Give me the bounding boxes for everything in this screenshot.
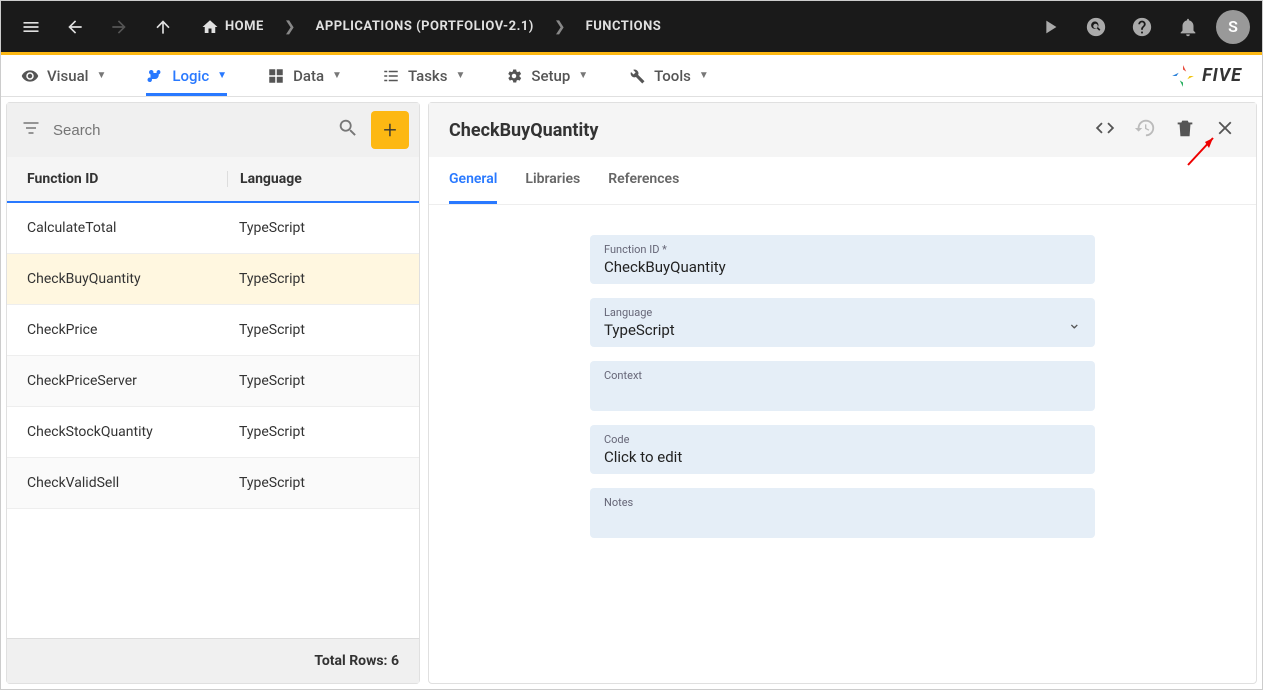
chevron-down-icon: ▼ <box>699 70 709 81</box>
menu-bar: Visual ▼ Logic ▼ Data ▼ Tasks ▼ Setup ▼ … <box>1 55 1262 97</box>
column-function-id[interactable]: Function ID <box>27 171 227 187</box>
search-icon[interactable] <box>333 113 363 147</box>
menu-visual[interactable]: Visual ▼ <box>21 55 106 96</box>
detail-title: CheckBuyQuantity <box>449 120 1094 141</box>
breadcrumb-home[interactable]: HOME <box>189 18 276 36</box>
tab-libraries[interactable]: Libraries <box>525 157 580 204</box>
table-row[interactable]: CheckValidSellTypeScript <box>7 458 419 509</box>
menu-data[interactable]: Data ▼ <box>267 55 342 96</box>
breadcrumb-functions-label: FUNCTIONS <box>586 19 662 34</box>
menu-setup[interactable]: Setup ▼ <box>505 55 588 96</box>
row-function-id: CheckBuyQuantity <box>27 271 227 287</box>
chevron-down-icon: ▼ <box>455 70 465 81</box>
row-function-id: CheckPriceServer <box>27 373 227 389</box>
row-language: TypeScript <box>227 424 399 440</box>
help-icon[interactable] <box>1124 9 1160 45</box>
breadcrumb-home-label: HOME <box>225 19 264 34</box>
context-label: Context <box>604 369 1081 382</box>
brand-logo: FIVE <box>1170 63 1242 89</box>
delete-icon[interactable] <box>1174 117 1196 143</box>
breadcrumb-functions[interactable]: FUNCTIONS <box>574 19 674 34</box>
branch-icon <box>146 67 164 85</box>
row-function-id: CheckPrice <box>27 322 227 338</box>
up-icon[interactable] <box>145 9 181 45</box>
language-value: TypeScript <box>604 319 1081 339</box>
row-function-id: CheckStockQuantity <box>27 424 227 440</box>
language-field[interactable]: Language TypeScript ⌄ <box>590 298 1095 347</box>
row-language: TypeScript <box>227 373 399 389</box>
top-bar: HOME ❯ APPLICATIONS (PORTFOLIOV-2.1) ❯ F… <box>1 1 1262 55</box>
chevron-right-icon: ❯ <box>284 19 296 35</box>
menu-logic[interactable]: Logic ▼ <box>146 55 227 96</box>
breadcrumb-apps-label: APPLICATIONS (PORTFOLIOV-2.1) <box>316 19 534 34</box>
detail-panel: CheckBuyQuantity General Libraries Refer… <box>428 102 1257 684</box>
code-label: Code <box>604 433 1081 446</box>
gear-icon <box>505 67 523 85</box>
function-list-panel: + Function ID Language CalculateTotalTyp… <box>6 102 420 684</box>
menu-tools-label: Tools <box>654 67 691 85</box>
brand-text: FIVE <box>1202 65 1242 86</box>
table-row[interactable]: CheckStockQuantityTypeScript <box>7 407 419 458</box>
total-rows-label: Total Rows: 6 <box>7 638 419 683</box>
code-icon[interactable] <box>1094 117 1116 143</box>
play-icon[interactable] <box>1032 9 1068 45</box>
hamburger-menu-icon[interactable] <box>13 9 49 45</box>
history-icon[interactable] <box>1134 117 1156 143</box>
table-row[interactable]: CheckPriceTypeScript <box>7 305 419 356</box>
menu-tools[interactable]: Tools ▼ <box>628 55 709 96</box>
code-value: Click to edit <box>604 446 1081 466</box>
bell-icon[interactable] <box>1170 9 1206 45</box>
row-language: TypeScript <box>227 322 399 338</box>
context-value <box>604 382 1081 402</box>
chevron-down-icon: ▼ <box>578 70 588 81</box>
tab-references[interactable]: References <box>608 157 679 204</box>
table-row[interactable]: CheckPriceServerTypeScript <box>7 356 419 407</box>
table-row[interactable]: CheckBuyQuantityTypeScript <box>7 254 419 305</box>
filter-icon[interactable] <box>17 114 45 146</box>
function-id-value: CheckBuyQuantity <box>604 256 1081 276</box>
avatar[interactable]: S <box>1216 10 1250 44</box>
context-field[interactable]: Context <box>590 361 1095 411</box>
wrench-icon <box>628 67 646 85</box>
row-language: TypeScript <box>227 271 399 287</box>
menu-visual-label: Visual <box>47 67 88 85</box>
menu-data-label: Data <box>293 67 324 85</box>
notes-value <box>604 509 1081 529</box>
eye-icon <box>21 67 39 85</box>
breadcrumb-applications[interactable]: APPLICATIONS (PORTFOLIOV-2.1) <box>304 19 546 34</box>
language-label: Language <box>604 306 1081 319</box>
notes-label: Notes <box>604 496 1081 509</box>
grid-icon <box>267 67 285 85</box>
list-icon <box>382 67 400 85</box>
code-field[interactable]: Code Click to edit <box>590 425 1095 474</box>
close-icon[interactable] <box>1214 117 1236 143</box>
tab-general[interactable]: General <box>449 157 497 204</box>
menu-tasks-label: Tasks <box>408 67 448 85</box>
add-button[interactable]: + <box>371 111 409 149</box>
five-logo-icon <box>1170 63 1196 89</box>
back-icon[interactable] <box>57 9 93 45</box>
menu-tasks[interactable]: Tasks ▼ <box>382 55 465 96</box>
function-id-label: Function ID * <box>604 243 1081 256</box>
row-language: TypeScript <box>227 220 399 236</box>
column-language[interactable]: Language <box>227 171 399 187</box>
chevron-down-icon: ▼ <box>332 70 342 81</box>
chevron-right-icon: ❯ <box>554 19 566 35</box>
menu-logic-label: Logic <box>172 67 209 85</box>
forward-icon <box>101 9 137 45</box>
row-function-id: CalculateTotal <box>27 220 227 236</box>
notes-field[interactable]: Notes <box>590 488 1095 538</box>
row-language: TypeScript <box>227 475 399 491</box>
table-row[interactable]: CalculateTotalTypeScript <box>7 203 419 254</box>
search-input[interactable] <box>53 122 325 139</box>
chevron-down-icon: ▼ <box>96 70 106 81</box>
row-function-id: CheckValidSell <box>27 475 227 491</box>
search-global-icon[interactable] <box>1078 9 1114 45</box>
chevron-down-icon: ⌄ <box>1068 313 1081 332</box>
chevron-down-icon: ▼ <box>217 70 227 81</box>
menu-setup-label: Setup <box>531 67 570 85</box>
function-id-field[interactable]: Function ID * CheckBuyQuantity <box>590 235 1095 284</box>
